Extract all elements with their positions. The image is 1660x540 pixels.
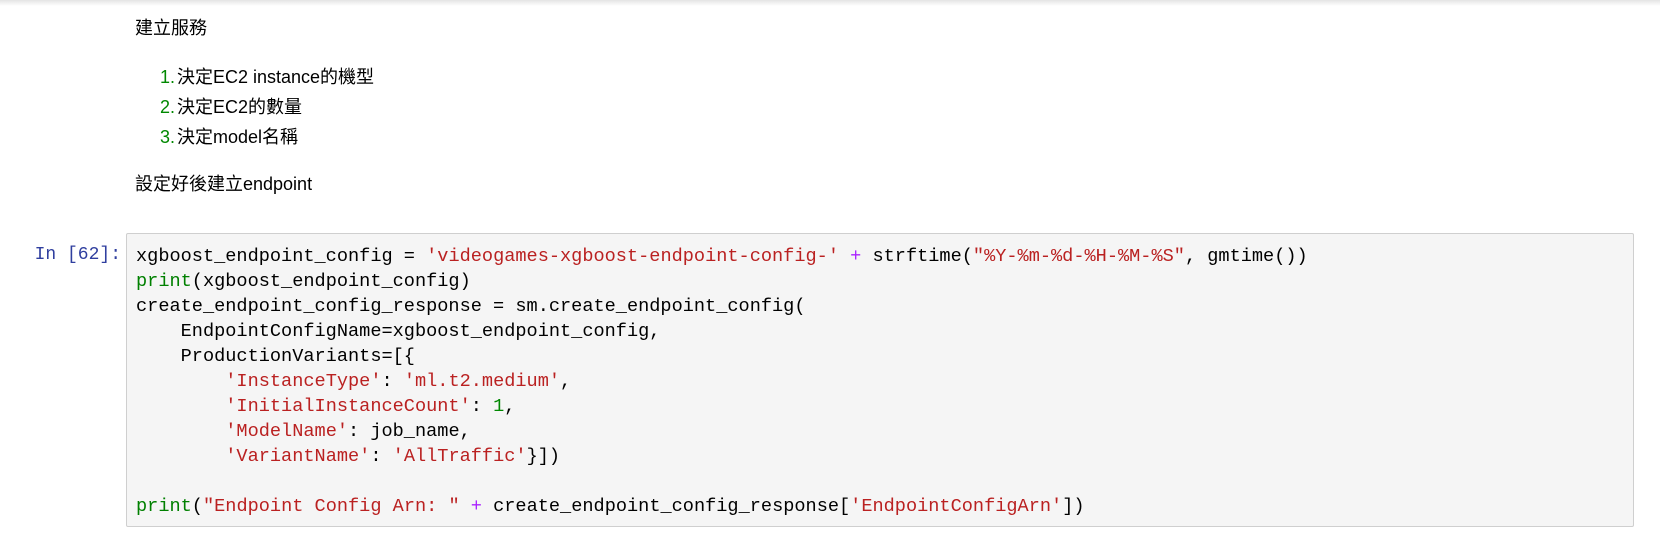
code-token: 'EndpointConfigArn' xyxy=(850,496,1063,517)
code-token: + xyxy=(850,246,862,267)
list-item-number: 2. xyxy=(159,97,175,117)
code-line: xgboost_endpoint_config = 'videogames-xg… xyxy=(136,244,1308,269)
list-item: 1. 決定EC2 instance的機型 xyxy=(160,62,1615,92)
code-token: }]) xyxy=(526,446,561,467)
input-prompt: In [62]: xyxy=(34,245,121,265)
code-line: print(xgboost_endpoint_config) xyxy=(136,269,1308,294)
markdown-heading: 建立服務 xyxy=(135,18,207,38)
code-line: EndpointConfigName=xgboost_endpoint_conf… xyxy=(136,319,1308,344)
code-line: 'ModelName': job_name, xyxy=(136,419,1308,444)
code-token: ( xyxy=(191,496,203,517)
code-editor[interactable]: xgboost_endpoint_config = 'videogames-xg… xyxy=(136,244,1308,519)
code-token: print xyxy=(136,271,192,292)
code-input-area[interactable]: xgboost_endpoint_config = 'videogames-xg… xyxy=(126,233,1634,527)
code-token: ProductionVariants=[{ xyxy=(136,346,415,367)
code-token: 'VariantName' xyxy=(225,446,371,467)
code-line: ProductionVariants=[{ xyxy=(136,344,1308,369)
code-token: 'InstanceType' xyxy=(225,371,382,392)
code-token: EndpointConfigName=xgboost_endpoint_conf… xyxy=(136,321,661,342)
code-token: 'ModelName' xyxy=(225,421,349,442)
markdown-list: 1. 決定EC2 instance的機型 2. 決定EC2的數量 3. 決定mo… xyxy=(135,62,1615,152)
list-item-text: 決定model名稱 xyxy=(177,127,299,147)
code-token: , gmtime()) xyxy=(1184,246,1308,267)
code-token: , xyxy=(504,396,516,417)
code-token: create_endpoint_config_response[ xyxy=(481,496,851,517)
code-token: ]) xyxy=(1062,496,1085,517)
code-token: 'InitialInstanceCount' xyxy=(225,396,471,417)
code-token: (xgboost_endpoint_config) xyxy=(191,271,471,292)
code-line: 'InstanceType': 'ml.t2.medium', xyxy=(136,369,1308,394)
list-item-number: 1. xyxy=(159,67,175,87)
code-token: create_endpoint_config_response = sm.cre… xyxy=(136,296,806,317)
code-line: 'InitialInstanceCount': 1, xyxy=(136,394,1308,419)
code-token: 'AllTraffic' xyxy=(392,446,527,467)
markdown-paragraph: 設定好後建立endpoint xyxy=(135,174,313,194)
code-token: "Endpoint Config Arn: " xyxy=(202,496,460,517)
code-token: 1 xyxy=(493,396,505,417)
markdown-cell[interactable]: 建立服務 1. 決定EC2 instance的機型 2. 決定EC2的數量 3.… xyxy=(135,14,1615,198)
code-token: "%Y-%m-%d-%H-%M-%S" xyxy=(972,246,1185,267)
code-token: 'ml.t2.medium' xyxy=(403,371,561,392)
code-line: print("Endpoint Config Arn: " + create_e… xyxy=(136,494,1308,519)
code-line: create_endpoint_config_response = sm.cre… xyxy=(136,294,1308,319)
code-token: : xyxy=(370,446,393,467)
code-line: 'VariantName': 'AllTraffic'}]) xyxy=(136,444,1308,469)
code-cell[interactable]: In [62]: xgboost_endpoint_config = 'vide… xyxy=(25,233,1635,528)
code-token: print xyxy=(136,496,192,517)
code-token: + xyxy=(470,496,482,517)
code-token: : job_name, xyxy=(348,421,471,442)
list-item: 3. 決定model名稱 xyxy=(160,122,1615,152)
notebook-header-shadow xyxy=(0,0,1660,6)
code-token: : xyxy=(470,396,494,417)
code-token: strftime( xyxy=(861,246,973,267)
list-item-text: 決定EC2的數量 xyxy=(177,97,303,117)
list-item: 2. 決定EC2的數量 xyxy=(160,92,1615,122)
code-token: : xyxy=(381,371,404,392)
list-item-number: 3. xyxy=(159,127,175,147)
list-item-text: 決定EC2 instance的機型 xyxy=(177,67,375,87)
code-token: xgboost_endpoint_config = xyxy=(136,246,427,267)
code-token: , xyxy=(560,371,572,392)
code-token: 'videogames-xgboost-endpoint-config-' xyxy=(426,246,839,267)
